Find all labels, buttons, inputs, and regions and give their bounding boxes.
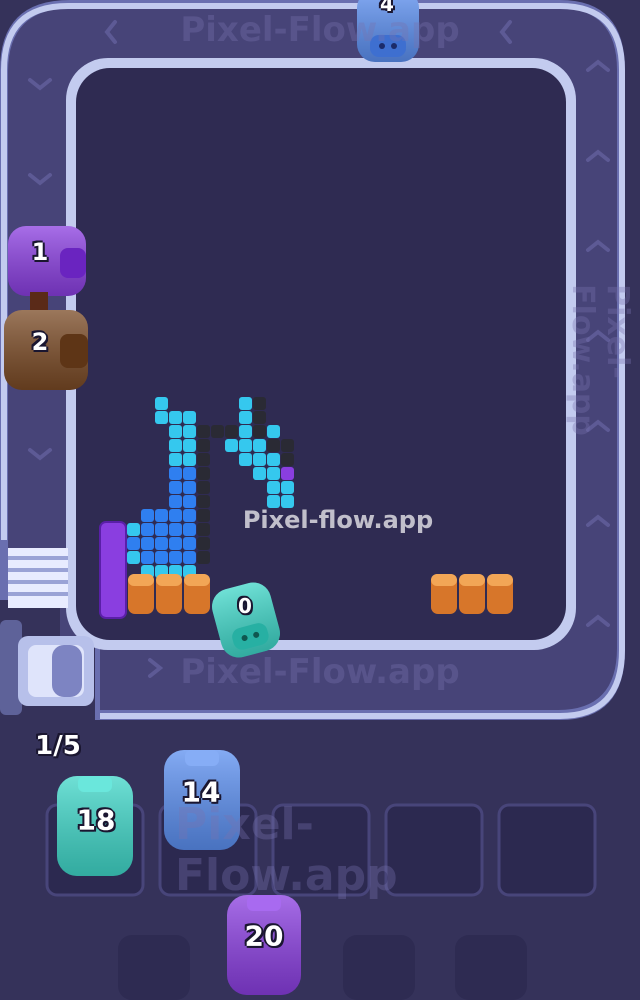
pixel-block — [141, 509, 154, 522]
pixel-block — [183, 509, 196, 522]
pixel-block — [169, 551, 182, 564]
pixel-block — [239, 397, 252, 410]
entry-gate — [8, 548, 68, 608]
pixel-block — [239, 425, 252, 438]
queue-counter: 1/5 — [35, 731, 81, 761]
pixel-block — [155, 509, 168, 522]
pixel-block — [253, 411, 266, 424]
pixel-block — [155, 411, 168, 424]
pixel-block — [253, 397, 266, 410]
pixel-block — [169, 467, 182, 480]
pixel-block — [169, 439, 182, 452]
slot-5 — [497, 803, 597, 897]
pixel-block — [253, 467, 266, 480]
pixel-block — [169, 411, 182, 424]
center-watermark: Pixel-flow.app — [242, 506, 434, 534]
track-watermark-bottom: Pixel-Flow.app — [180, 652, 460, 692]
pig-left-brown-count: 2 — [31, 328, 49, 356]
pixel-block — [169, 481, 182, 494]
pixel-block — [267, 467, 280, 480]
pixel-block — [239, 439, 252, 452]
game-stage: Pixel-Flow.app Pixel-Flow.app Pixel-Flow… — [0, 0, 640, 1000]
pixel-block — [281, 467, 294, 480]
pixel-block — [127, 523, 140, 536]
pixel-block — [197, 551, 210, 564]
pixel-block — [281, 439, 294, 452]
pixel-block — [141, 537, 154, 550]
pig-slot-2-count: 14 — [181, 775, 221, 809]
pixel-block — [155, 551, 168, 564]
purple-bar-block — [99, 521, 127, 619]
pixel-block — [253, 453, 266, 466]
pixel-block — [169, 453, 182, 466]
pixel-block — [225, 425, 238, 438]
pixel-block — [183, 453, 196, 466]
pig-slot-1-count: 18 — [76, 803, 116, 837]
pixel-block — [183, 481, 196, 494]
pixel-block — [197, 509, 210, 522]
pixel-block — [155, 397, 168, 410]
pixel-block — [197, 537, 210, 550]
pixel-block — [197, 481, 210, 494]
pixel-block — [225, 439, 238, 452]
pixel-block — [183, 411, 196, 424]
pixel-block — [141, 523, 154, 536]
pixel-block — [197, 495, 210, 508]
pixel-block — [267, 481, 280, 494]
track-watermark-right: Pixel-Flow.app — [565, 284, 635, 436]
orange-blocks-left — [128, 574, 210, 614]
pixel-block — [183, 467, 196, 480]
pixel-block — [155, 523, 168, 536]
pixel-block — [267, 439, 280, 452]
pixel-block — [197, 425, 210, 438]
pixel-block — [183, 537, 196, 550]
pixel-block — [197, 523, 210, 536]
pixel-block — [197, 453, 210, 466]
pixel-block — [169, 495, 182, 508]
pixel-block — [127, 537, 140, 550]
waiting-row — [118, 935, 527, 1000]
pixel-block — [267, 425, 280, 438]
pixel-block — [281, 481, 294, 494]
pixel-block — [197, 439, 210, 452]
pig-waiting-count: 20 — [244, 919, 284, 953]
pixel-block — [183, 425, 196, 438]
pixel-block — [183, 495, 196, 508]
pixel-block — [169, 425, 182, 438]
pig-left-purple-count: 1 — [31, 238, 49, 266]
pixel-block — [183, 439, 196, 452]
pixel-block — [211, 425, 224, 438]
pixel-block — [239, 453, 252, 466]
slot-watermark: Pixel-Flow.app — [175, 799, 398, 901]
pixel-block — [169, 509, 182, 522]
pixel-block — [253, 439, 266, 452]
pixel-block — [169, 523, 182, 536]
pixel-block — [253, 425, 266, 438]
pixel-block — [169, 537, 182, 550]
pixel-block — [183, 551, 196, 564]
pixel-block — [183, 523, 196, 536]
pig-board-count: 0 — [238, 594, 252, 618]
pixel-block — [239, 411, 252, 424]
pixel-block — [267, 453, 280, 466]
pixel-block — [127, 551, 140, 564]
pixel-block — [141, 551, 154, 564]
track-watermark-top: Pixel-Flow.app — [180, 10, 460, 50]
pig-top-count: 4 — [380, 0, 394, 16]
pixel-block — [197, 467, 210, 480]
orange-blocks-right — [431, 574, 513, 614]
pixel-block — [155, 537, 168, 550]
pixel-block — [281, 453, 294, 466]
